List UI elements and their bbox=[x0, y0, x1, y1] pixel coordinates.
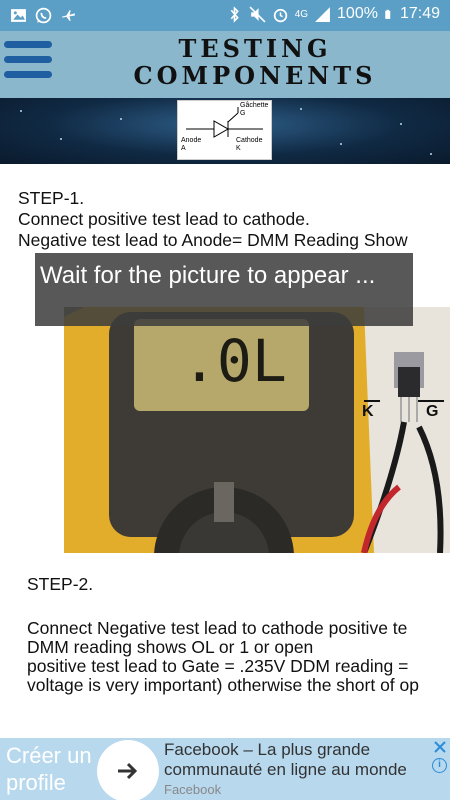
gate-label: Gâchette G bbox=[240, 102, 269, 117]
step1-line1: Connect positive test lead to cathode. bbox=[18, 209, 310, 229]
signal-icon bbox=[315, 6, 330, 22]
bluetooth-icon bbox=[230, 5, 239, 23]
clock: 17:49 bbox=[399, 5, 440, 22]
step2-block: Connect Negative test lead to cathode po… bbox=[27, 619, 419, 695]
step2-line2: DMM reading shows OL or 1 or open bbox=[27, 637, 314, 657]
cathode-label: Cathode K bbox=[236, 137, 263, 152]
label-k: K bbox=[362, 403, 374, 420]
app-header: TESTING COMPONENTS bbox=[0, 31, 450, 98]
ad-title[interactable]: Facebook – La plus grande bbox=[164, 740, 370, 760]
step1-line2: Negative test lead to Anode= DMM Reading… bbox=[18, 230, 408, 250]
ad-banner[interactable]: Créer un profile Facebook – La plus gran… bbox=[0, 738, 450, 800]
ad-left-text[interactable]: Créer un profile bbox=[6, 742, 92, 796]
status-bar-right: 4G 100% 17:49 bbox=[226, 5, 440, 23]
hamburger-menu-icon[interactable] bbox=[4, 41, 54, 85]
info-icon[interactable]: i bbox=[432, 758, 447, 773]
step1-block: STEP-1. Connect positive test lead to ca… bbox=[18, 188, 408, 251]
step2-line1: Connect Negative test lead to cathode po… bbox=[27, 618, 408, 638]
battery-icon bbox=[385, 9, 391, 19]
app-title: TESTING COMPONENTS bbox=[133, 34, 377, 90]
battery-percent: 100% bbox=[337, 5, 378, 22]
alarm-icon bbox=[273, 8, 287, 22]
label-g: G bbox=[426, 403, 439, 420]
step2-title: STEP-2. bbox=[27, 574, 94, 594]
mute-icon bbox=[249, 5, 266, 23]
image-icon bbox=[11, 9, 26, 22]
multimeter-photo: .0L K G bbox=[64, 307, 450, 553]
step2-line4: voltage is very important) otherwise the… bbox=[27, 675, 419, 695]
network-type: 4G bbox=[294, 8, 309, 20]
ad-description[interactable]: communauté en ligne au monde bbox=[164, 760, 407, 780]
status-bar: 4G 100% 17:49 bbox=[0, 0, 450, 31]
whatsapp-icon bbox=[35, 7, 52, 24]
thyristor-diagram: Gâchette G Anode A Cathode K bbox=[177, 100, 272, 160]
close-icon[interactable] bbox=[433, 740, 447, 754]
step2-line3: positive test lead to Gate = .235V DDM r… bbox=[27, 656, 409, 676]
anode-label: Anode A bbox=[181, 137, 202, 152]
header-banner: Gâchette G Anode A Cathode K bbox=[0, 98, 450, 164]
arrow-right-icon bbox=[118, 762, 138, 780]
ad-source: Facebook bbox=[164, 782, 222, 797]
status-bar-left bbox=[10, 7, 77, 24]
ad-arrow-button[interactable] bbox=[97, 740, 159, 800]
meter-reading: .0L bbox=[182, 327, 287, 395]
article-content[interactable]: STEP-1. Connect positive test lead to ca… bbox=[0, 164, 450, 736]
step1-title: STEP-1. bbox=[18, 188, 85, 208]
airplane-icon bbox=[62, 10, 75, 21]
loading-toast: Wait for the picture to appear ... bbox=[35, 253, 413, 326]
